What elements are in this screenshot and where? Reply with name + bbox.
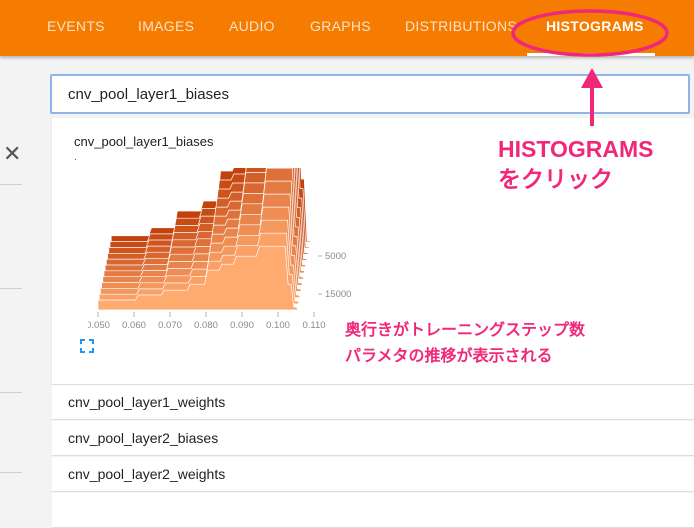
tag-filter-input[interactable]: cnv_pool_layer1_biases: [50, 74, 690, 114]
list-item-label: cnv_pool_layer2_biases: [68, 430, 219, 446]
x-tick-label: 0.070: [158, 320, 182, 331]
x-tick-label: 0.060: [122, 320, 146, 331]
active-tab-indicator: [527, 53, 655, 56]
close-icon[interactable]: ✕: [3, 142, 21, 166]
list-item[interactable]: cnv_pool_layer1_weights: [52, 385, 694, 420]
x-tick-label: 0.080: [194, 320, 218, 331]
list-item[interactable]: cnv_pool_layer2_weights: [52, 457, 694, 492]
x-tick-label: 0.110: [302, 320, 325, 331]
histogram-title: cnv_pool_layer1_biases: [74, 134, 214, 149]
annotation-line: パラメタの推移が表示される: [345, 348, 553, 365]
list-item-label: cnv_pool_layer1_weights: [68, 394, 226, 410]
annotation-line: をクリック: [498, 166, 613, 192]
histogram-chart[interactable]: 0.050 0.060 0.070 0.080 0.090 0.100 0.110 5000…: [88, 168, 378, 338]
x-tick-label: 0.100: [266, 320, 290, 331]
fit-screen-icon[interactable]: [80, 339, 94, 353]
step-tick-label: 5000: [325, 251, 346, 262]
list-item[interactable]: cnv_pool_layer2_biases: [52, 421, 694, 456]
sidebar-divider: [0, 392, 22, 393]
sidebar-divider: [0, 184, 22, 185]
annotation-line: HISTOGRAMS: [498, 136, 654, 162]
sidebar-divider: [0, 472, 22, 473]
tab-audio[interactable]: AUDIO: [229, 0, 275, 56]
tab-distributions[interactable]: DISTRIBUTIONS: [405, 0, 517, 56]
tab-histograms[interactable]: HISTOGRAMS: [546, 0, 644, 56]
tab-graphs[interactable]: GRAPHS: [310, 0, 371, 56]
list-item[interactable]: [52, 493, 694, 528]
x-tick-label: 0.050: [88, 320, 110, 331]
top-nav-bar: EVENTS IMAGES AUDIO GRAPHS DISTRIBUTIONS…: [0, 0, 694, 56]
sidebar: ✕: [0, 56, 44, 506]
x-axis: 0.050 0.060 0.070 0.080 0.090 0.100 0.110: [88, 312, 326, 331]
histogram-subtitle: .: [74, 152, 77, 163]
histogram-ridges: [97, 168, 312, 311]
step-axis: 5000 15000: [318, 251, 351, 300]
histograms-hint: HISTOGRAMS をクリック: [498, 134, 653, 194]
x-tick-label: 0.090: [230, 320, 254, 331]
tab-images[interactable]: IMAGES: [138, 0, 194, 56]
step-tick-label: 15000: [325, 289, 351, 300]
tag-filter-value: cnv_pool_layer1_biases: [68, 86, 229, 103]
sidebar-divider: [0, 288, 22, 289]
list-item-label: cnv_pool_layer2_weights: [68, 466, 226, 482]
tab-events[interactable]: EVENTS: [47, 0, 105, 56]
chart-hint: 奥行きがトレーニングステップ数 パラメタの推移が表示される: [345, 318, 585, 370]
annotation-line: 奥行きがトレーニングステップ数: [345, 322, 586, 339]
